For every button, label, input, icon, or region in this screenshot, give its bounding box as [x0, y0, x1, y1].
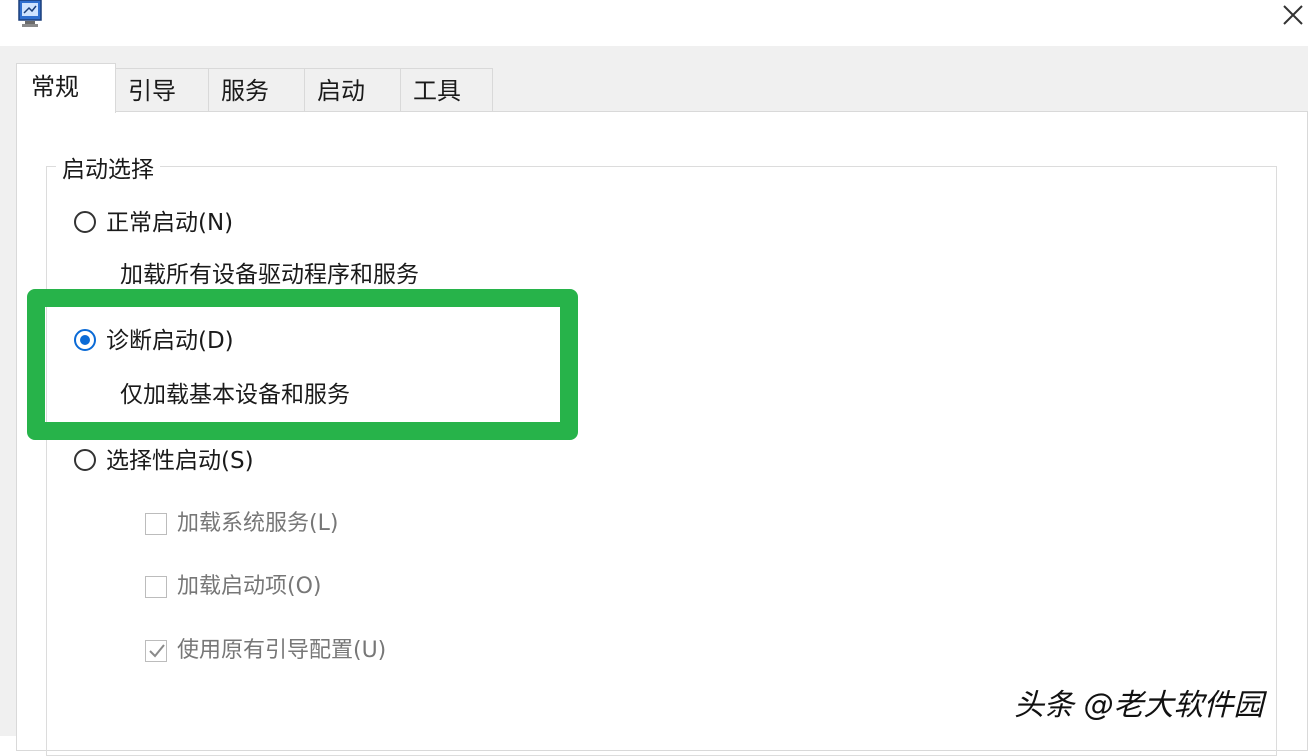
radio-label-normal: 正常启动(N): [106, 210, 234, 236]
radio-button-diagnostic[interactable]: [74, 329, 96, 351]
groupbox-title: 启动选择: [56, 150, 160, 184]
checkbox-box[interactable]: [145, 640, 167, 662]
checkbox-label: 加载启动项(O): [177, 574, 322, 599]
radio-label-diagnostic: 诊断启动(D): [106, 328, 234, 354]
title-bar: [0, 0, 1308, 46]
tab-startup[interactable]: 启动: [304, 68, 401, 112]
system-config-icon: [18, 0, 42, 27]
radio-button-normal[interactable]: [74, 211, 96, 233]
checkbox-box[interactable]: [145, 576, 167, 598]
checkbox-label: 使用原有引导配置(U): [177, 638, 387, 663]
radio-label-selective: 选择性启动(S): [106, 448, 254, 474]
tab-services[interactable]: 服务: [208, 68, 305, 112]
tab-general[interactable]: 常规: [16, 63, 116, 113]
tab-boot[interactable]: 引导: [115, 68, 209, 112]
checkbox-label: 加载系统服务(L): [177, 511, 339, 536]
watermark-text: 头条 @老大软件园: [1014, 688, 1264, 723]
normal-startup-description: 加载所有设备驱动程序和服务: [120, 262, 419, 288]
close-icon[interactable]: [1282, 4, 1304, 26]
tab-tools[interactable]: 工具: [400, 68, 493, 112]
checkbox-box[interactable]: [145, 513, 167, 535]
checkmark-icon: [149, 644, 165, 658]
diagnostic-startup-description: 仅加载基本设备和服务: [120, 382, 350, 408]
radio-button-selective[interactable]: [74, 449, 96, 471]
